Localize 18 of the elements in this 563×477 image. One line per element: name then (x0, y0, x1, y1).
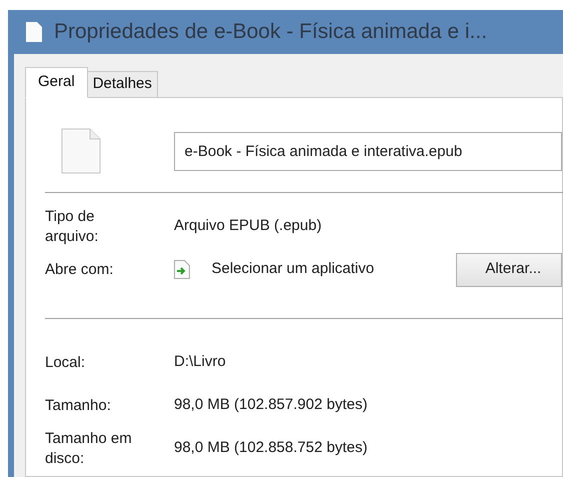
file-name-field[interactable]: e-Book - Física animada e interativa.epub (174, 132, 562, 170)
change-button[interactable]: Alterar... (456, 252, 562, 286)
property-value: 98,0 MB (102.858.752 bytes) (174, 438, 368, 458)
property-value: 98,0 MB (102.857.902 bytes) (174, 395, 368, 416)
tab[interactable]: Detalhes (86, 71, 158, 98)
property-label: Abre com: (45, 260, 114, 280)
property-label: Tipo de arquivo: (45, 206, 100, 246)
window-title: Propriedades de e-Book - Física animada e i... (54, 19, 488, 46)
property-value: D:\Livro (174, 352, 226, 372)
document-icon (26, 22, 42, 42)
document-icon (61, 128, 101, 174)
property-value: Arquivo EPUB (.epub) (174, 216, 322, 236)
app-icon (174, 260, 190, 279)
property-label: Tamanho: (45, 396, 112, 416)
property-value: Selecionar um aplicativo (212, 259, 376, 280)
tab[interactable]: Geral (25, 67, 88, 98)
property-label: Local: (45, 352, 86, 372)
property-label: Tamanho em disco: (45, 428, 133, 468)
